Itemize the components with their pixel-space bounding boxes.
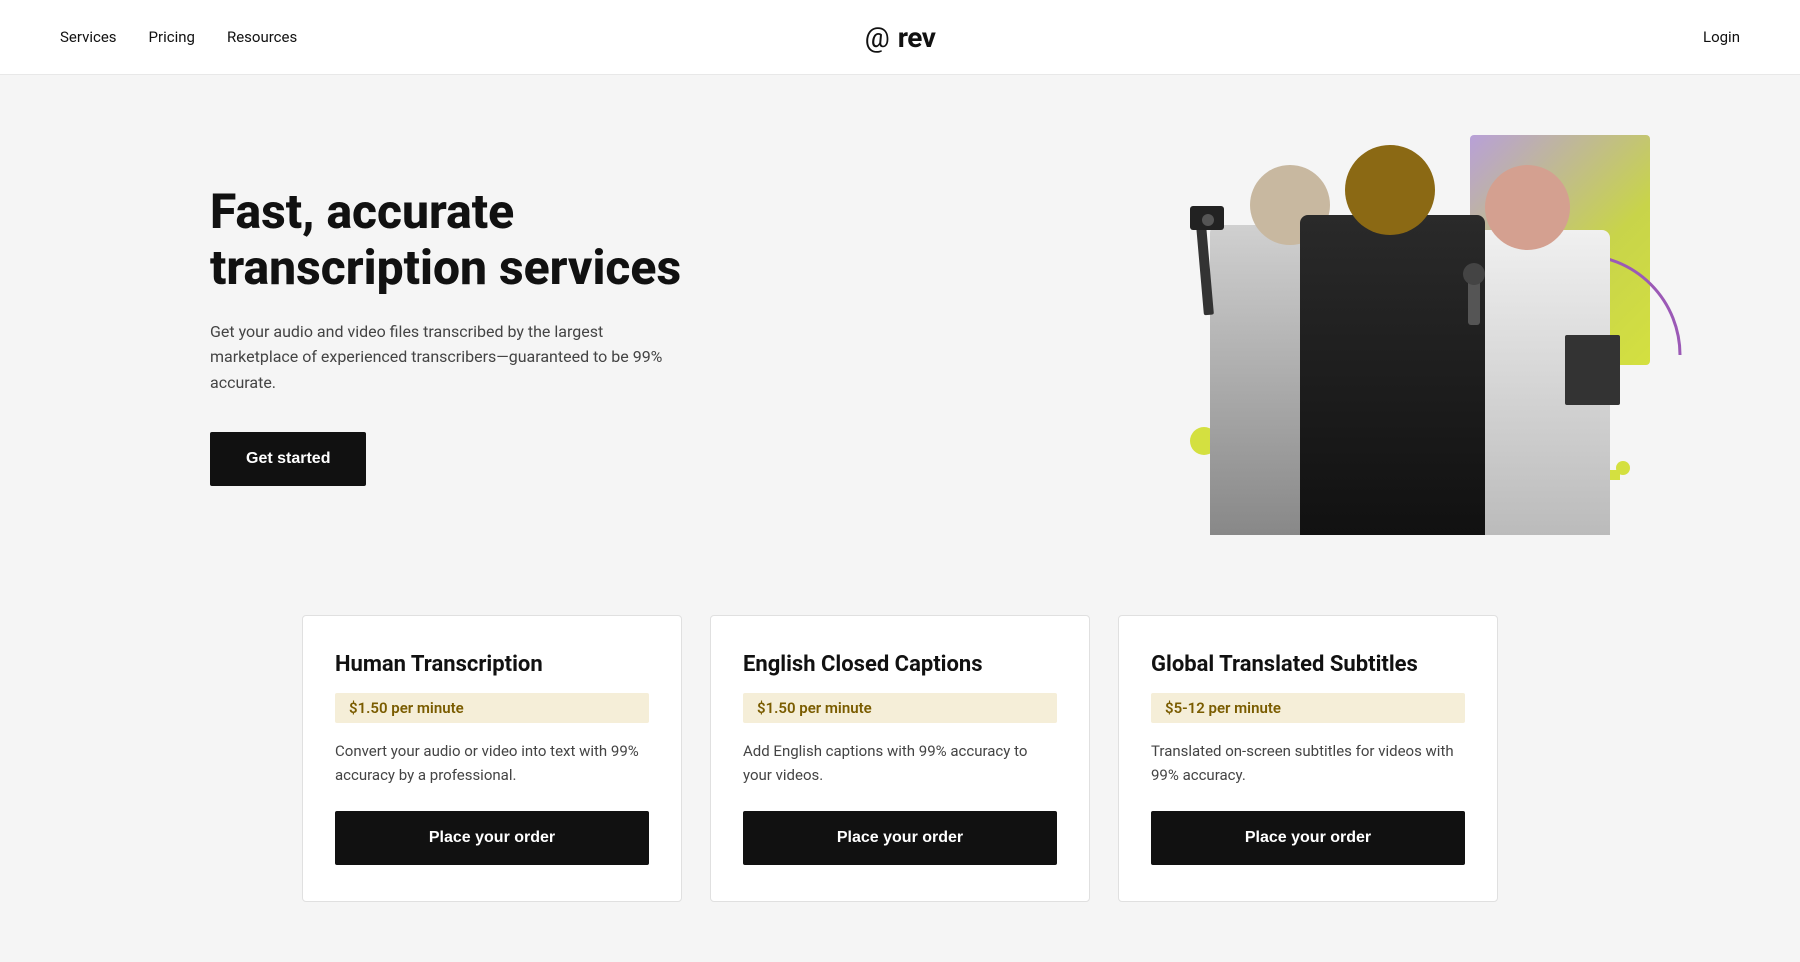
hero-image [1180, 135, 1680, 535]
navigation: Services Pricing Resources @ rev Login [0, 0, 1800, 75]
service-title-3: Global Translated Subtitles [1151, 652, 1465, 677]
nav-services[interactable]: Services [60, 28, 117, 46]
service-desc-3: Translated on-screen subtitles for video… [1151, 739, 1465, 787]
hero-cta-button[interactable]: Get started [210, 432, 366, 486]
logo-at-symbol: @ [865, 21, 890, 54]
hero-subtitle: Get your audio and video files transcrib… [210, 319, 670, 396]
nav-resources[interactable]: Resources [227, 28, 297, 46]
service-order-btn-2[interactable]: Place your order [743, 811, 1057, 865]
hero-title: Fast, accurate transcription services [210, 184, 770, 294]
service-price-2: $1.50 per minute [743, 693, 1057, 723]
hero-section: Fast, accurate transcription services Ge… [0, 75, 1800, 595]
service-card-transcription: Human Transcription $1.50 per minute Con… [302, 615, 682, 902]
person-center [1300, 165, 1485, 535]
nav-pricing[interactable]: Pricing [149, 28, 195, 46]
nav-right: Login [1703, 28, 1740, 46]
dot-yellow-tiny [1610, 470, 1620, 480]
logo-wordmark: rev [898, 21, 936, 54]
service-desc-1: Convert your audio or video into text wi… [335, 739, 649, 787]
service-order-btn-3[interactable]: Place your order [1151, 811, 1465, 865]
service-card-captions: English Closed Captions $1.50 per minute… [710, 615, 1090, 902]
login-link[interactable]: Login [1703, 28, 1740, 46]
service-price-3: $5-12 per minute [1151, 693, 1465, 723]
service-title-2: English Closed Captions [743, 652, 1057, 677]
hero-content: Fast, accurate transcription services Ge… [210, 184, 770, 485]
service-title-1: Human Transcription [335, 652, 649, 677]
service-price-1: $1.50 per minute [335, 693, 649, 723]
service-desc-2: Add English captions with 99% accuracy t… [743, 739, 1057, 787]
service-card-subtitles: Global Translated Subtitles $5-12 per mi… [1118, 615, 1498, 902]
people-illustration [1180, 165, 1600, 535]
nav-left: Services Pricing Resources [60, 28, 297, 46]
site-logo[interactable]: @ rev [865, 21, 936, 54]
service-order-btn-1[interactable]: Place your order [335, 811, 649, 865]
services-section: Human Transcription $1.50 per minute Con… [0, 595, 1800, 962]
